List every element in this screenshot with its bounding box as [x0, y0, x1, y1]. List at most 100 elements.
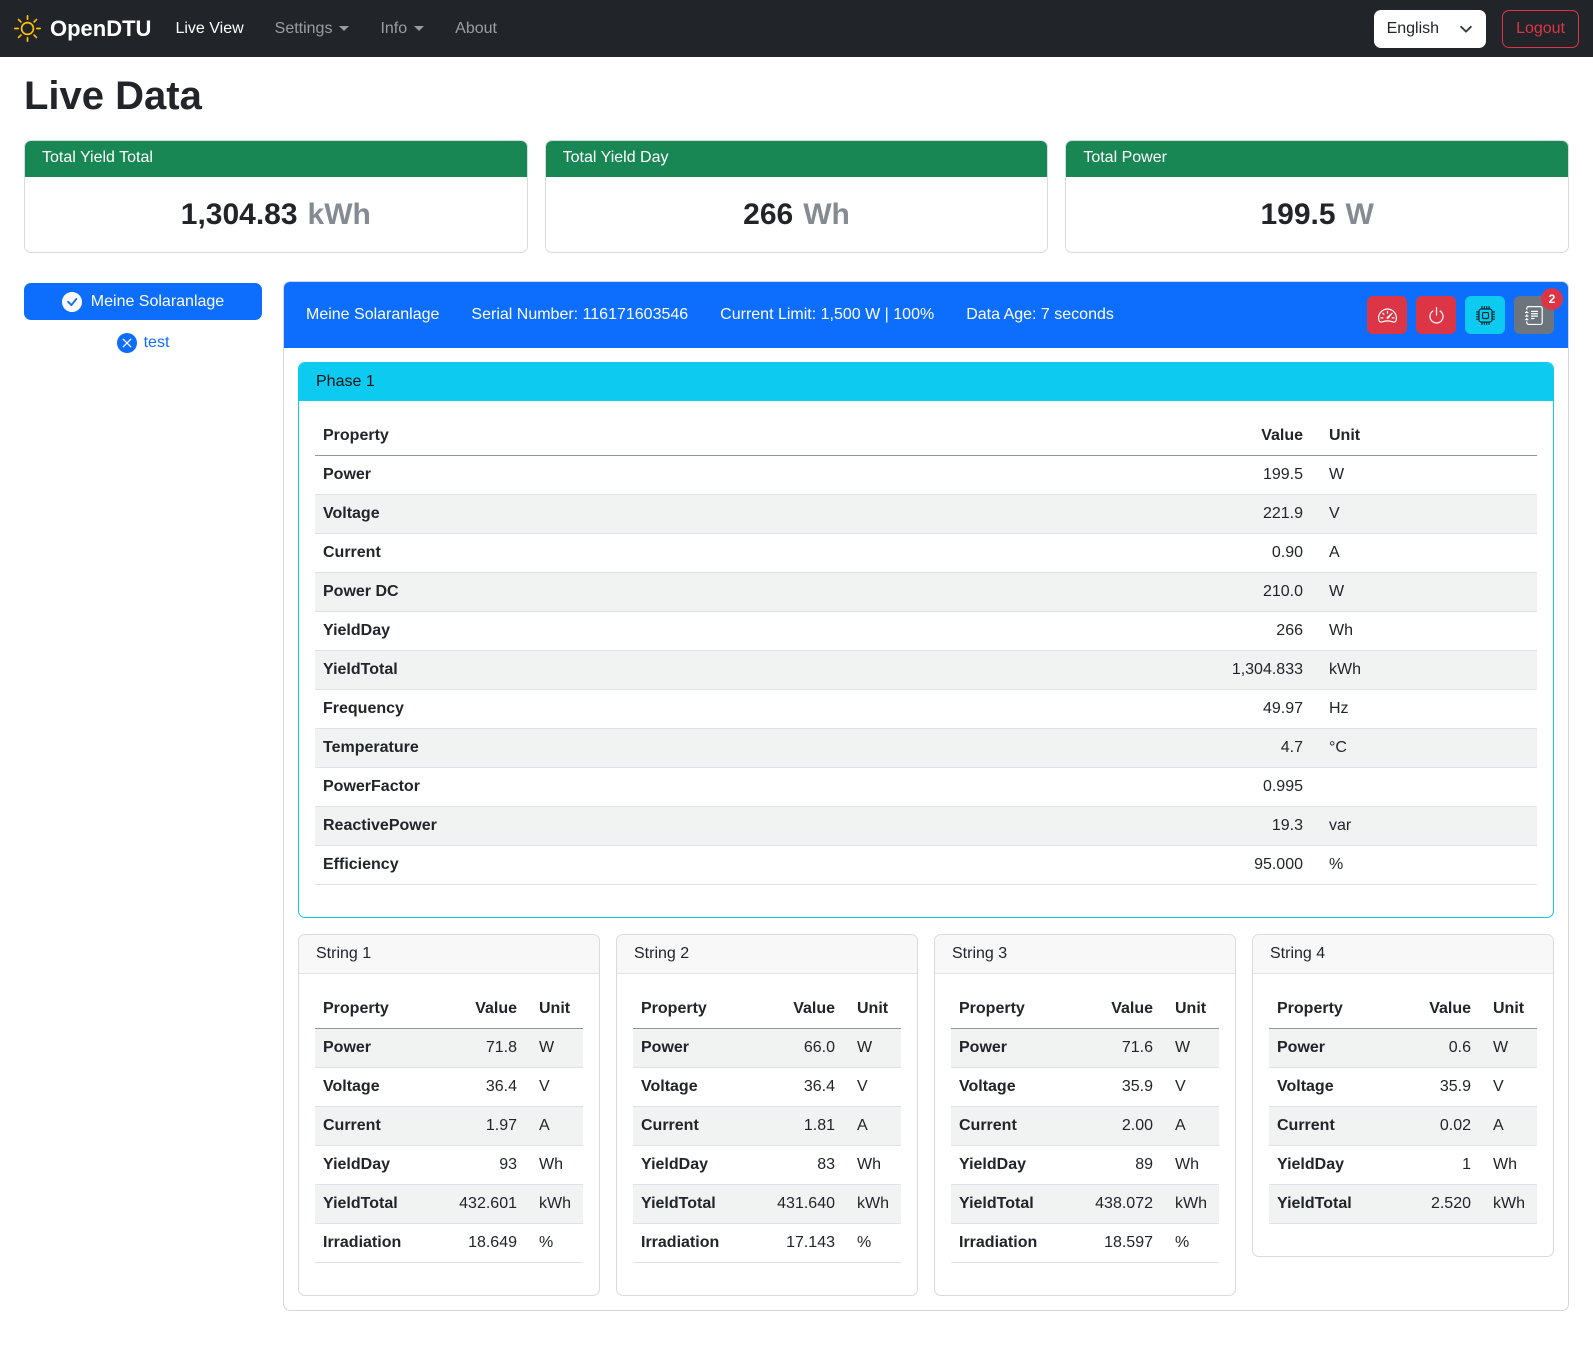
- property-cell: Voltage: [315, 495, 1201, 534]
- table-row: Power 0.6 W: [1269, 1029, 1537, 1068]
- value-cell: 35.9: [1071, 1068, 1161, 1107]
- string-body: Property Value Unit: [299, 974, 599, 1295]
- brand[interactable]: OpenDTU: [14, 15, 151, 42]
- unit-cell: A: [1311, 534, 1537, 573]
- summary-card-value: 1,304.83: [181, 198, 298, 232]
- summary-card-unit: W: [1346, 198, 1374, 232]
- summary-card-title: Total Yield Total: [25, 141, 527, 177]
- summary-card-unit: Wh: [803, 198, 850, 232]
- string-card-2: String 2 Property Value Unit: [616, 934, 918, 1296]
- column-unit: Unit: [525, 990, 583, 1029]
- property-cell: Irradiation: [633, 1224, 753, 1263]
- inverter-name: Meine Solaranlage: [306, 306, 439, 324]
- inverter-test-link[interactable]: test: [24, 333, 262, 353]
- table-row: YieldDay 93 Wh: [315, 1146, 583, 1185]
- nav-item-settings[interactable]: Settings: [275, 12, 350, 46]
- nav-item-live-view[interactable]: Live View: [175, 12, 243, 46]
- language-select[interactable]: English: [1374, 10, 1486, 48]
- table-row: Voltage 36.4 V: [633, 1068, 901, 1107]
- limit-settings-button[interactable]: [1367, 296, 1407, 334]
- table-head: Property Value Unit: [951, 990, 1219, 1029]
- property-cell: YieldTotal: [633, 1185, 753, 1224]
- inverter-header: Meine Solaranlage Serial Number: 1161716…: [284, 282, 1568, 348]
- column-value: Value: [1389, 990, 1479, 1029]
- power-settings-button[interactable]: [1416, 296, 1456, 334]
- string-title: String 1: [299, 935, 599, 974]
- table-row: Power 71.6 W: [951, 1029, 1219, 1068]
- value-cell: 35.9: [1389, 1068, 1479, 1107]
- inverter-select-button[interactable]: Meine Solaranlage: [24, 283, 262, 320]
- summary-card-body: 1,304.83 kWh: [25, 177, 527, 252]
- page-root: OpenDTU Live View Settings Info About En…: [0, 0, 1593, 1359]
- nav-item-label: About: [455, 20, 497, 38]
- string-card-1: String 1 Property Value Unit: [298, 934, 600, 1296]
- table-body: Power 71.8 W Voltage 36.4: [315, 1029, 583, 1263]
- summary-card-total-yield-total: Total Yield Total 1,304.83 kWh: [24, 140, 528, 253]
- nav-item-info[interactable]: Info: [380, 12, 424, 46]
- value-cell: 2.520: [1389, 1185, 1479, 1224]
- value-cell: 19.3: [1201, 807, 1311, 846]
- unit-cell: °C: [1311, 729, 1537, 768]
- value-cell: 1.81: [753, 1107, 843, 1146]
- event-log-button[interactable]: 2: [1514, 296, 1554, 334]
- value-cell: 18.649: [435, 1224, 525, 1263]
- summary-card-total-yield-day: Total Yield Day 266 Wh: [545, 140, 1049, 253]
- value-cell: 95.000: [1201, 846, 1311, 885]
- column-value: Value: [435, 990, 525, 1029]
- value-cell: 438.072: [1071, 1185, 1161, 1224]
- column-property: Property: [951, 990, 1071, 1029]
- table-row: YieldDay 89 Wh: [951, 1146, 1219, 1185]
- unit-cell: Wh: [843, 1146, 901, 1185]
- value-cell: 221.9: [1201, 495, 1311, 534]
- table-row: Power 66.0 W: [633, 1029, 901, 1068]
- value-cell: 66.0: [753, 1029, 843, 1068]
- string-body: Property Value Unit: [935, 974, 1235, 1295]
- property-cell: Voltage: [315, 1068, 435, 1107]
- inverter-select-label: Meine Solaranlage: [91, 293, 224, 311]
- value-cell: 199.5: [1201, 456, 1311, 495]
- value-cell: 18.597: [1071, 1224, 1161, 1263]
- inverter-serial: Serial Number: 116171603546: [471, 306, 688, 324]
- inverter-data-age: Data Age: 7 seconds: [966, 306, 1114, 324]
- unit-cell: V: [525, 1068, 583, 1107]
- value-cell: 0.90: [1201, 534, 1311, 573]
- table-row: Voltage 35.9 V: [951, 1068, 1219, 1107]
- property-cell: Irradiation: [315, 1224, 435, 1263]
- table-row: YieldTotal 1,304.833 kWh: [315, 651, 1537, 690]
- nav-item-about[interactable]: About: [455, 12, 497, 46]
- column-property: Property: [315, 990, 435, 1029]
- inverter-sidebar: Meine Solaranlage test: [24, 281, 262, 353]
- unit-cell: Hz: [1311, 690, 1537, 729]
- unit-cell: %: [1161, 1224, 1219, 1263]
- table-row: YieldTotal 432.601 kWh: [315, 1185, 583, 1224]
- device-info-button[interactable]: [1465, 296, 1505, 334]
- property-cell: Voltage: [951, 1068, 1071, 1107]
- table-body: Power 66.0 W Voltage 36.4: [633, 1029, 901, 1263]
- phase-table: Property Value Unit Power: [315, 417, 1537, 885]
- value-cell: 1.97: [435, 1107, 525, 1146]
- nav-item-label: Settings: [275, 20, 333, 38]
- unit-cell: W: [1311, 573, 1537, 612]
- value-cell: 71.8: [435, 1029, 525, 1068]
- value-cell: 0.6: [1389, 1029, 1479, 1068]
- nav-links: Live View Settings Info About: [175, 12, 528, 46]
- check-circle-icon: [62, 292, 82, 312]
- table-row: Voltage 221.9 V: [315, 495, 1537, 534]
- string-table: Property Value Unit: [633, 990, 901, 1263]
- property-cell: Voltage: [1269, 1068, 1389, 1107]
- table-row: YieldDay 266 Wh: [315, 612, 1537, 651]
- table-head: Property Value Unit: [633, 990, 901, 1029]
- x-circle-icon: [117, 333, 137, 353]
- inverter-test-label: test: [144, 334, 170, 352]
- table-row: YieldTotal 2.520 kWh: [1269, 1185, 1537, 1224]
- main-row: Meine Solaranlage test Meine Solaranlage…: [24, 281, 1569, 1311]
- summary-card-value: 266: [743, 198, 793, 232]
- property-cell: YieldDay: [315, 1146, 435, 1185]
- logout-button[interactable]: Logout: [1502, 10, 1579, 48]
- string-table: Property Value Unit: [315, 990, 583, 1263]
- phase-title: Phase 1: [299, 363, 1553, 401]
- summary-row: Total Yield Total 1,304.83 kWh Total Yie…: [24, 140, 1569, 253]
- unit-cell: A: [1161, 1107, 1219, 1146]
- phase-panel: Phase 1 Property Value Unit: [298, 362, 1554, 918]
- unit-cell: W: [1479, 1029, 1537, 1068]
